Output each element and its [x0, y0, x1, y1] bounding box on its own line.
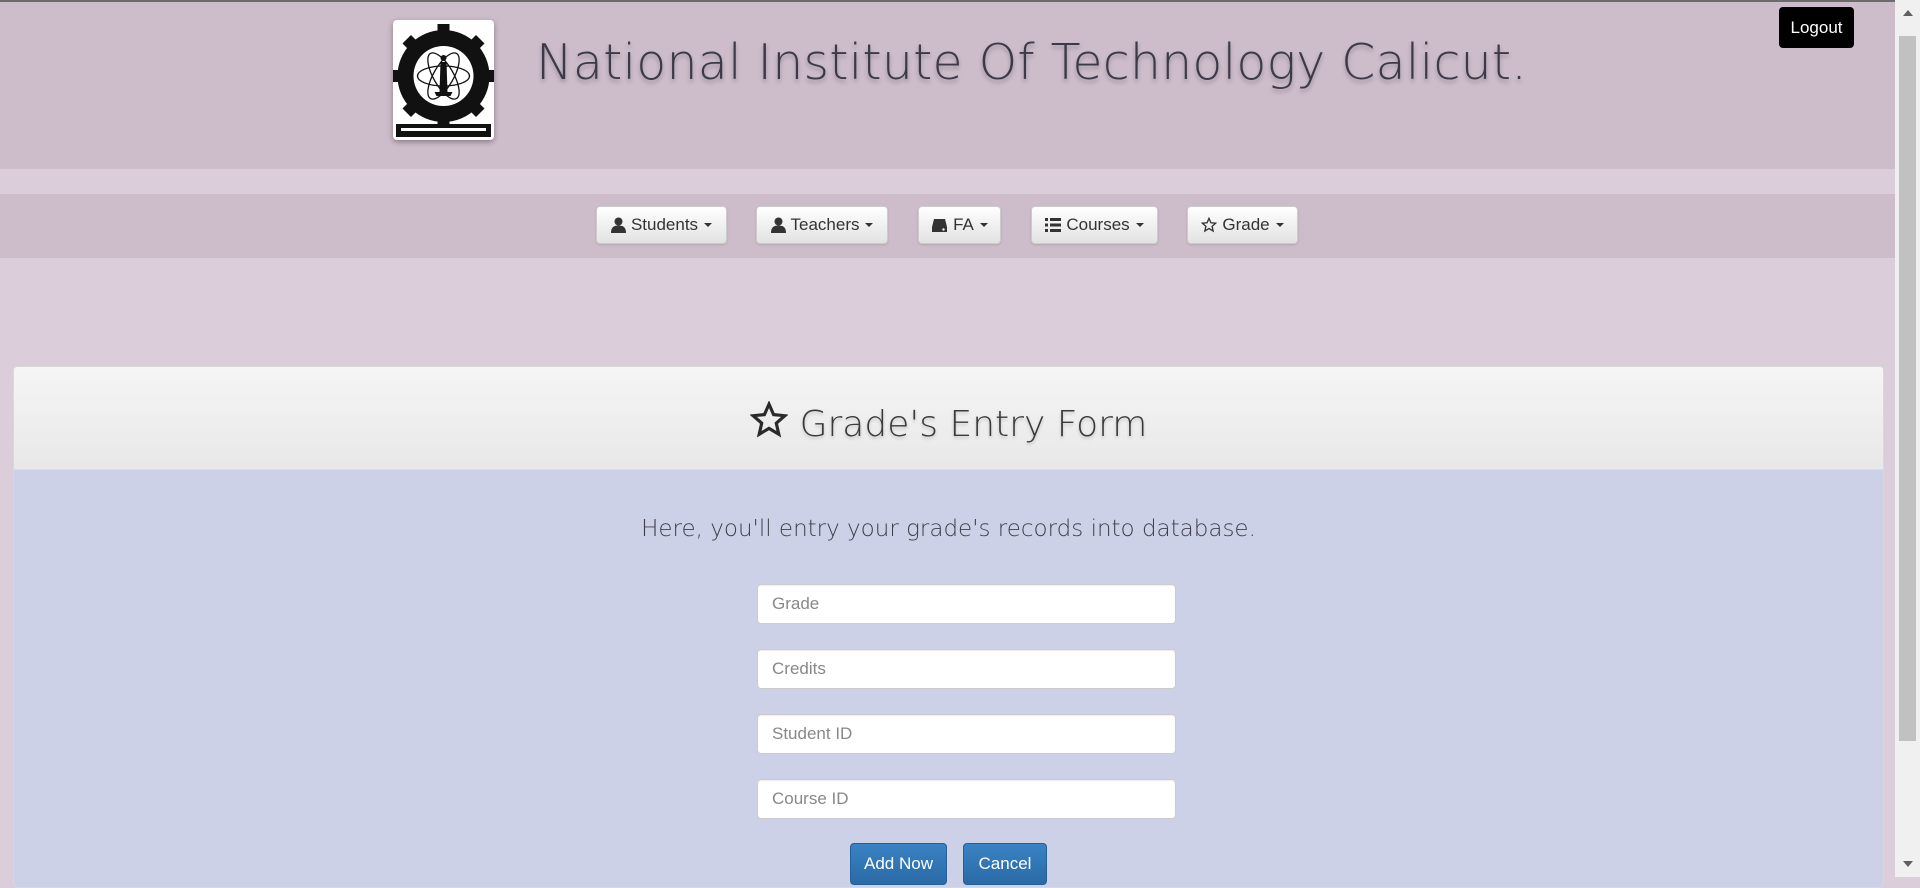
form-title: Grade's Entry Form [14, 400, 1883, 448]
form-title-text: Grade's Entry Form [799, 404, 1148, 445]
user-icon [610, 217, 626, 233]
scrollbar-thumb[interactable] [1899, 36, 1916, 741]
grade-field[interactable] [757, 584, 1176, 624]
caret-down-icon [704, 223, 713, 227]
nav-courses-dropdown[interactable]: Courses [1031, 206, 1158, 244]
scroll-down-arrow-icon[interactable] [1903, 861, 1913, 867]
nitc-logo [393, 20, 494, 140]
user-icon [770, 217, 786, 233]
credits-field[interactable] [757, 649, 1176, 689]
vertical-scrollbar[interactable] [1895, 0, 1920, 877]
scroll-up-arrow-icon[interactable] [1903, 10, 1913, 16]
star-outline-icon [748, 400, 789, 448]
add-now-button[interactable]: Add Now [850, 843, 947, 885]
page-title: National Institute Of Technology Calicut… [536, 34, 1528, 91]
course-id-field[interactable] [757, 779, 1176, 819]
nav-courses-label: Courses [1066, 215, 1130, 234]
nav-grade-dropdown[interactable]: Grade [1187, 206, 1298, 244]
panel-heading: Grade's Entry Form [14, 367, 1883, 470]
form-subtitle: Here, you'll entry your grade's records … [641, 516, 1256, 542]
nav-fa-dropdown[interactable]: FA [918, 206, 1001, 244]
nav-students-label: Students [630, 215, 699, 234]
student-id-field[interactable] [757, 714, 1176, 754]
logout-button[interactable]: Logout [1779, 7, 1854, 48]
caret-down-icon [865, 223, 874, 227]
main-navbar: Students Teachers FA Courses Grade [0, 194, 1895, 258]
nav-grade-label: Grade [1222, 215, 1270, 234]
site-header: National Institute Of Technology Calicut… [0, 2, 1895, 169]
caret-down-icon [1275, 223, 1284, 227]
nav-teachers-dropdown[interactable]: Teachers [756, 206, 888, 244]
grade-entry-panel: Grade's Entry Form Here, you'll entry yo… [13, 366, 1884, 888]
nav-fa-label: FA [953, 215, 974, 234]
nav-teachers-label: Teachers [790, 215, 860, 234]
nav-students-dropdown[interactable]: Students [596, 206, 727, 244]
star-icon [1201, 217, 1218, 233]
list-icon [1045, 218, 1062, 232]
cancel-button[interactable]: Cancel [963, 843, 1047, 885]
hdd-icon [931, 218, 948, 233]
caret-down-icon [1135, 223, 1144, 227]
caret-down-icon [979, 223, 988, 227]
